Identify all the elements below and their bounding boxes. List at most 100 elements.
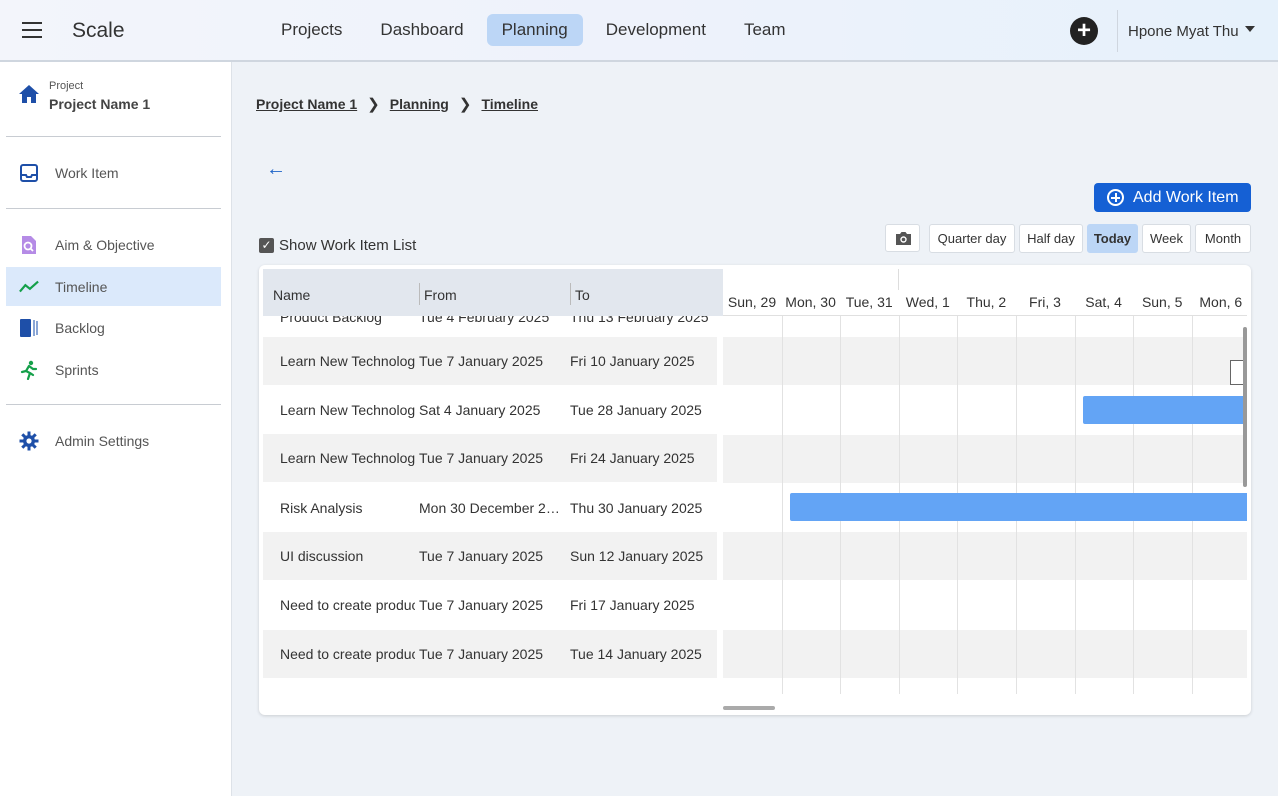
show-list-label: Show Work Item List — [279, 237, 417, 254]
nav-tab-development[interactable]: Development — [591, 14, 721, 46]
cell-from: Tue 7 January 2025 — [419, 597, 544, 613]
table-row[interactable]: UI discussion Tue 7 January 2025 Sun 12 … — [263, 532, 717, 580]
search-doc-icon — [19, 235, 39, 255]
menu-icon[interactable] — [22, 22, 42, 38]
divider — [6, 208, 221, 209]
day-label: Fri, 3 — [1029, 294, 1061, 310]
cell-from: Tue 4 February 2025 — [419, 316, 550, 325]
month-divider — [898, 269, 899, 290]
cell-name: Product Backlog — [280, 316, 382, 325]
cell-from: Mon 30 December 2024 — [419, 500, 561, 516]
table-row[interactable]: Need to create product Tue 7 January 202… — [263, 630, 717, 678]
column-header-from[interactable]: From — [424, 287, 457, 303]
zoom-today-button[interactable]: Today — [1087, 224, 1138, 253]
user-menu[interactable]: Hpone Myat Thu — [1128, 23, 1255, 40]
table-row[interactable]: Risk Analysis Mon 30 December 2024 Thu 3… — [263, 484, 717, 532]
sidebar-item-admin-settings[interactable]: Admin Settings — [6, 421, 221, 460]
day-label: Sun, 29 — [727, 294, 777, 310]
zoom-quarter-day-button[interactable]: Quarter day — [929, 224, 1015, 253]
table-row[interactable]: Learn New Technology Tue 7 January 2025 … — [263, 434, 717, 482]
show-work-item-list-checkbox[interactable]: ✓ Show Work Item List — [259, 237, 416, 254]
breadcrumb-timeline[interactable]: Timeline — [481, 96, 538, 112]
column-header-name[interactable]: Name — [273, 287, 310, 303]
camera-icon — [896, 232, 911, 245]
book-icon — [19, 318, 39, 338]
sidebar-item-sprints[interactable]: Sprints — [6, 350, 221, 389]
user-name: Hpone Myat Thu — [1128, 23, 1239, 40]
timeline-row — [723, 434, 1247, 483]
checkbox-checked-icon[interactable]: ✓ — [259, 238, 274, 253]
sidebar-item-label: Sprints — [55, 361, 99, 378]
day-label: Sun, 5 — [1141, 294, 1183, 310]
cell-from: Tue 7 January 2025 — [419, 353, 544, 369]
column-resizer[interactable] — [419, 283, 420, 305]
grid-header: Name From To — [263, 269, 723, 316]
timeline-row — [723, 581, 1247, 629]
nav-tab-planning[interactable]: Planning — [486, 14, 583, 46]
timeline-row — [723, 532, 1247, 581]
cell-name: UI discussion — [280, 548, 364, 564]
timeline-row — [723, 629, 1247, 678]
sidebar: Project Project Name 1 Work Item Aim & O… — [0, 62, 232, 796]
table-row[interactable]: Learn New Technology Sat 4 January 2025 … — [263, 386, 717, 434]
cell-name: Risk Analysis — [280, 500, 363, 516]
cell-from: Tue 7 January 2025 — [419, 548, 544, 564]
nav-tab-dashboard[interactable]: Dashboard — [365, 14, 478, 46]
add-work-item-label: Add Work Item — [1133, 188, 1239, 206]
cell-name: Need to create product — [280, 646, 415, 662]
add-work-item-button[interactable]: Add Work Item — [1094, 183, 1251, 212]
breadcrumb-planning[interactable]: Planning — [390, 96, 449, 112]
chevron-right-icon: ❯ — [367, 96, 380, 113]
work-item-bar[interactable] — [789, 493, 1247, 522]
zoom-half-day-button[interactable]: Half day — [1019, 224, 1083, 253]
day-label: Wed, 1 — [905, 294, 950, 310]
home-icon — [19, 85, 39, 103]
brand-name: Scale — [72, 19, 125, 42]
zoom-week-button[interactable]: Week — [1142, 224, 1191, 253]
work-item-list: Product Backlog Tue 4 February 2025 Thu … — [263, 316, 717, 688]
cell-to: Thu 30 January 2025 — [570, 500, 703, 516]
back-arrow-icon[interactable]: ← — [266, 158, 286, 181]
column-header-to[interactable]: To — [575, 287, 590, 303]
cell-to: Fri 17 January 2025 — [570, 597, 695, 613]
table-row[interactable]: Learn New Technology Tue 7 January 2025 … — [263, 337, 717, 385]
main-nav: Projects Dashboard Planning Development … — [266, 14, 801, 46]
sidebar-item-label: Work Item — [55, 164, 119, 181]
sidebar-item-work-item[interactable]: Work Item — [6, 153, 221, 192]
create-plus-icon[interactable]: + — [1070, 17, 1098, 45]
breadcrumb: Project Name 1 ❯ Planning ❯ Timeline — [256, 95, 538, 113]
sidebar-item-backlog[interactable]: Backlog — [6, 308, 221, 347]
cell-to: Fri 24 January 2025 — [570, 450, 695, 466]
camera-button[interactable] — [885, 224, 920, 252]
table-row[interactable]: Need to create product Tue 7 January 202… — [263, 581, 717, 629]
day-label: Thu, 2 — [966, 294, 1007, 310]
chevron-right-icon: ❯ — [458, 96, 472, 113]
sidebar-item-timeline[interactable]: Timeline — [6, 267, 221, 306]
plus-circle-icon — [1107, 189, 1124, 206]
inbox-icon — [19, 163, 39, 183]
gear-icon — [19, 431, 39, 451]
cell-name: Learn New Technology — [280, 402, 415, 418]
cell-from: Sat 4 January 2025 — [419, 402, 541, 418]
vertical-scrollbar[interactable] — [1243, 327, 1247, 487]
column-resizer[interactable] — [570, 283, 571, 305]
nav-tab-projects[interactable]: Projects — [266, 14, 357, 46]
zoom-month-button[interactable]: Month — [1195, 224, 1251, 253]
sidebar-item-label: Admin Settings — [55, 432, 150, 449]
divider — [6, 136, 221, 137]
cell-to: Tue 14 January 2025 — [570, 646, 702, 662]
top-bar: Scale Projects Dashboard Planning Develo… — [0, 0, 1278, 62]
breadcrumb-project[interactable]: Project Name 1 — [256, 96, 357, 112]
work-item-bar[interactable] — [1082, 395, 1247, 424]
cell-from: Tue 7 January 2025 — [419, 450, 544, 466]
timeline-chart[interactable]: Sun, 29 Mon, 30 Tue, 31 Wed, 1 Thu, 2 Fri, 3 S… — [723, 265, 1247, 695]
day-label: Mon, 30 — [785, 294, 836, 310]
project-label: Project — [49, 80, 84, 92]
sidebar-item-aim-objective[interactable]: Aim & Objective — [6, 225, 221, 264]
nav-tab-team[interactable]: Team — [729, 14, 801, 46]
cell-name: Need to create product — [280, 597, 415, 613]
day-label: Mon, 6 — [1199, 294, 1243, 310]
sidebar-item-label: Backlog — [55, 319, 105, 336]
horizontal-scrollbar[interactable] — [723, 706, 775, 710]
day-label: Sat, 4 — [1085, 294, 1122, 310]
